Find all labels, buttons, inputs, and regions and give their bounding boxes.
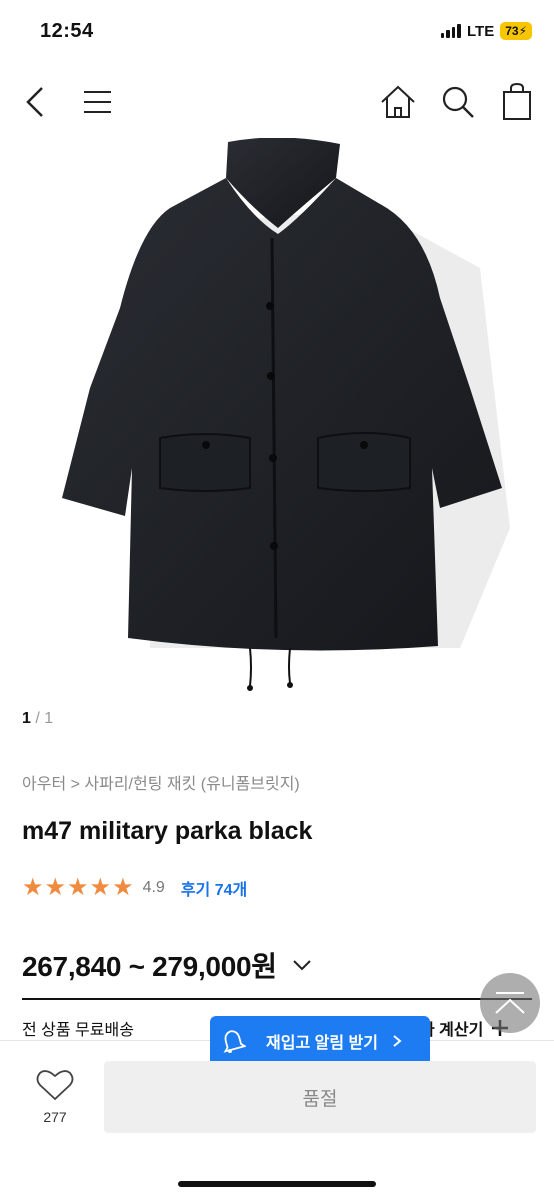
pager-total: 1 <box>44 710 54 727</box>
chevron-down-icon <box>292 960 311 971</box>
signal-icon <box>440 24 461 38</box>
battery-level: 73 <box>505 24 519 38</box>
menu-button[interactable] <box>78 82 118 122</box>
star-icon: ★ <box>112 874 134 901</box>
chevron-right-icon <box>393 1035 402 1047</box>
product-image[interactable] <box>0 137 554 698</box>
star-icon: ★ <box>67 874 89 901</box>
network-label: LTE <box>466 22 495 40</box>
back-button[interactable] <box>16 82 56 122</box>
star-icon: ★ <box>44 874 67 901</box>
scroll-top-button[interactable] <box>480 973 540 1033</box>
home-icon <box>381 85 415 118</box>
status-time: 12:54 <box>40 20 94 42</box>
search-icon <box>442 86 474 118</box>
heart-icon <box>36 1070 74 1101</box>
pager-current: 1 <box>22 710 31 727</box>
battery-icon: 73⚡ <box>500 22 532 40</box>
wishlist-button[interactable]: 277 <box>30 1068 80 1125</box>
cart-button[interactable] <box>498 82 538 122</box>
menu-icon <box>81 91 111 113</box>
restock-label: 재입고 알림 받기 <box>266 1035 378 1052</box>
chevron-up-icon <box>495 992 525 1014</box>
divider <box>22 998 532 1000</box>
reviews-link[interactable]: 후기 74개 <box>181 876 247 900</box>
home-indicator <box>178 1181 376 1187</box>
wish-count: 277 <box>43 1109 67 1125</box>
image-pager: 1 / 1 <box>22 710 53 728</box>
breadcrumb[interactable]: 아우터 > 사파리/헌팅 재킷 (유니폼브릿지) <box>22 770 300 794</box>
price-row[interactable]: 267,840 ~ 279,000원 <box>22 945 313 985</box>
restock-alert-button[interactable]: 재입고 알림 받기 <box>210 1016 430 1066</box>
bell-icon <box>223 1030 246 1053</box>
rating-value: 4.9 <box>142 879 165 896</box>
price-range: 267,840 ~ 279,000원 <box>22 951 277 982</box>
back-icon <box>26 87 43 117</box>
sold-out-button[interactable]: 품절 <box>104 1061 536 1133</box>
pager-separator: / <box>30 710 45 727</box>
status-indicators: LTE 73⚡ <box>440 22 532 40</box>
rating-row: ★ ★ ★ ★ ★ 4.9 후기 74개 <box>22 876 247 900</box>
product-title: m47 military parka black <box>22 817 313 845</box>
star-icon: ★ <box>22 874 44 901</box>
home-button[interactable] <box>378 82 418 122</box>
shipping-info: 전 상품 무료배송 <box>22 1022 134 1039</box>
star-icon: ★ <box>89 874 112 901</box>
parka-image <box>62 137 510 691</box>
bag-icon <box>503 82 531 120</box>
search-button[interactable] <box>438 82 478 122</box>
